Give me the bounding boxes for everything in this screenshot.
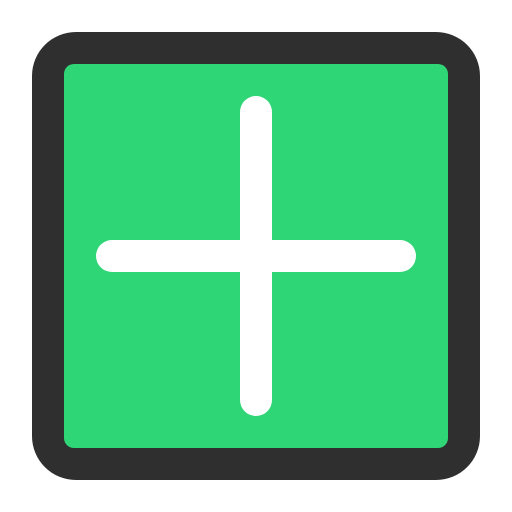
add-button-face (64, 64, 448, 448)
icon-canvas (0, 0, 512, 512)
add-button[interactable] (32, 32, 480, 480)
plus-icon (96, 96, 416, 416)
